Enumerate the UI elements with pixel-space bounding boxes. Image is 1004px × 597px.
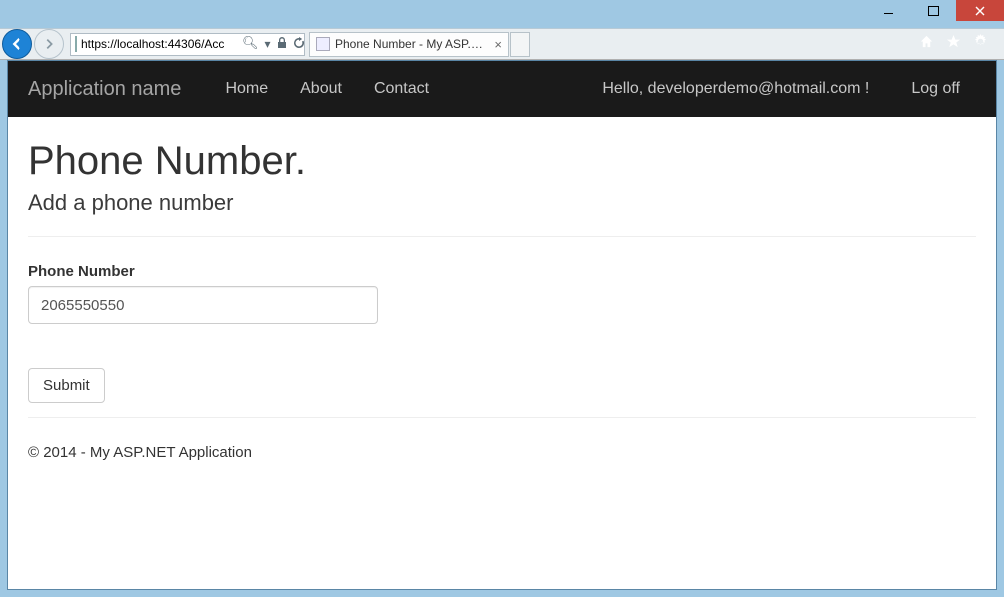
favicon-icon: [316, 37, 330, 51]
search-icon[interactable]: 🔍︎: [242, 35, 259, 51]
page-body: Phone Number. Add a phone number Phone N…: [8, 117, 996, 471]
tools-icon[interactable]: [973, 34, 988, 54]
back-button[interactable]: [2, 29, 32, 59]
brand-link[interactable]: Application name: [28, 78, 181, 101]
nav-about[interactable]: About: [300, 80, 342, 98]
browser-tab[interactable]: Phone Number - My ASP.N... ×: [309, 32, 509, 57]
nav-contact[interactable]: Contact: [374, 80, 429, 98]
user-greeting[interactable]: Hello, developerdemo@hotmail.com !: [602, 80, 869, 98]
phone-input[interactable]: [28, 286, 378, 324]
nav-home[interactable]: Home: [225, 80, 268, 98]
divider: [28, 236, 976, 237]
phone-label: Phone Number: [28, 263, 976, 280]
window-titlebar: [0, 0, 1004, 28]
page-icon: [75, 36, 77, 52]
address-bar-icons: 🔍︎ ▾: [236, 36, 311, 52]
address-input[interactable]: [81, 34, 236, 55]
footer-divider: [28, 417, 976, 418]
tab-title: Phone Number - My ASP.N...: [335, 37, 489, 51]
address-bar[interactable]: 🔍︎ ▾: [70, 33, 305, 56]
page-viewport: Application name Home About Contact Hell…: [7, 60, 997, 590]
footer-text: © 2014 - My ASP.NET Application: [28, 444, 976, 461]
browser-right-icons: [909, 34, 998, 54]
home-icon[interactable]: [919, 34, 934, 54]
maximize-button[interactable]: [911, 0, 956, 21]
page-title: Phone Number.: [28, 139, 976, 184]
logoff-link[interactable]: Log off: [911, 80, 960, 98]
close-button[interactable]: [956, 0, 1004, 21]
submit-button[interactable]: Submit: [28, 368, 105, 403]
lock-icon[interactable]: [277, 37, 287, 51]
tab-close-icon[interactable]: ×: [489, 37, 502, 52]
minimize-button[interactable]: [866, 0, 911, 21]
new-tab-button[interactable]: [510, 32, 530, 57]
browser-toolbar: 🔍︎ ▾ Phone Number - My ASP.N... ×: [0, 28, 1004, 60]
site-navbar: Application name Home About Contact Hell…: [8, 61, 996, 117]
window-controls: [866, 0, 1004, 21]
refresh-icon[interactable]: [293, 37, 305, 52]
favorites-icon[interactable]: [946, 34, 961, 54]
dropdown-icon[interactable]: ▾: [265, 37, 271, 51]
page-subtitle: Add a phone number: [28, 190, 976, 216]
forward-button[interactable]: [34, 29, 64, 59]
